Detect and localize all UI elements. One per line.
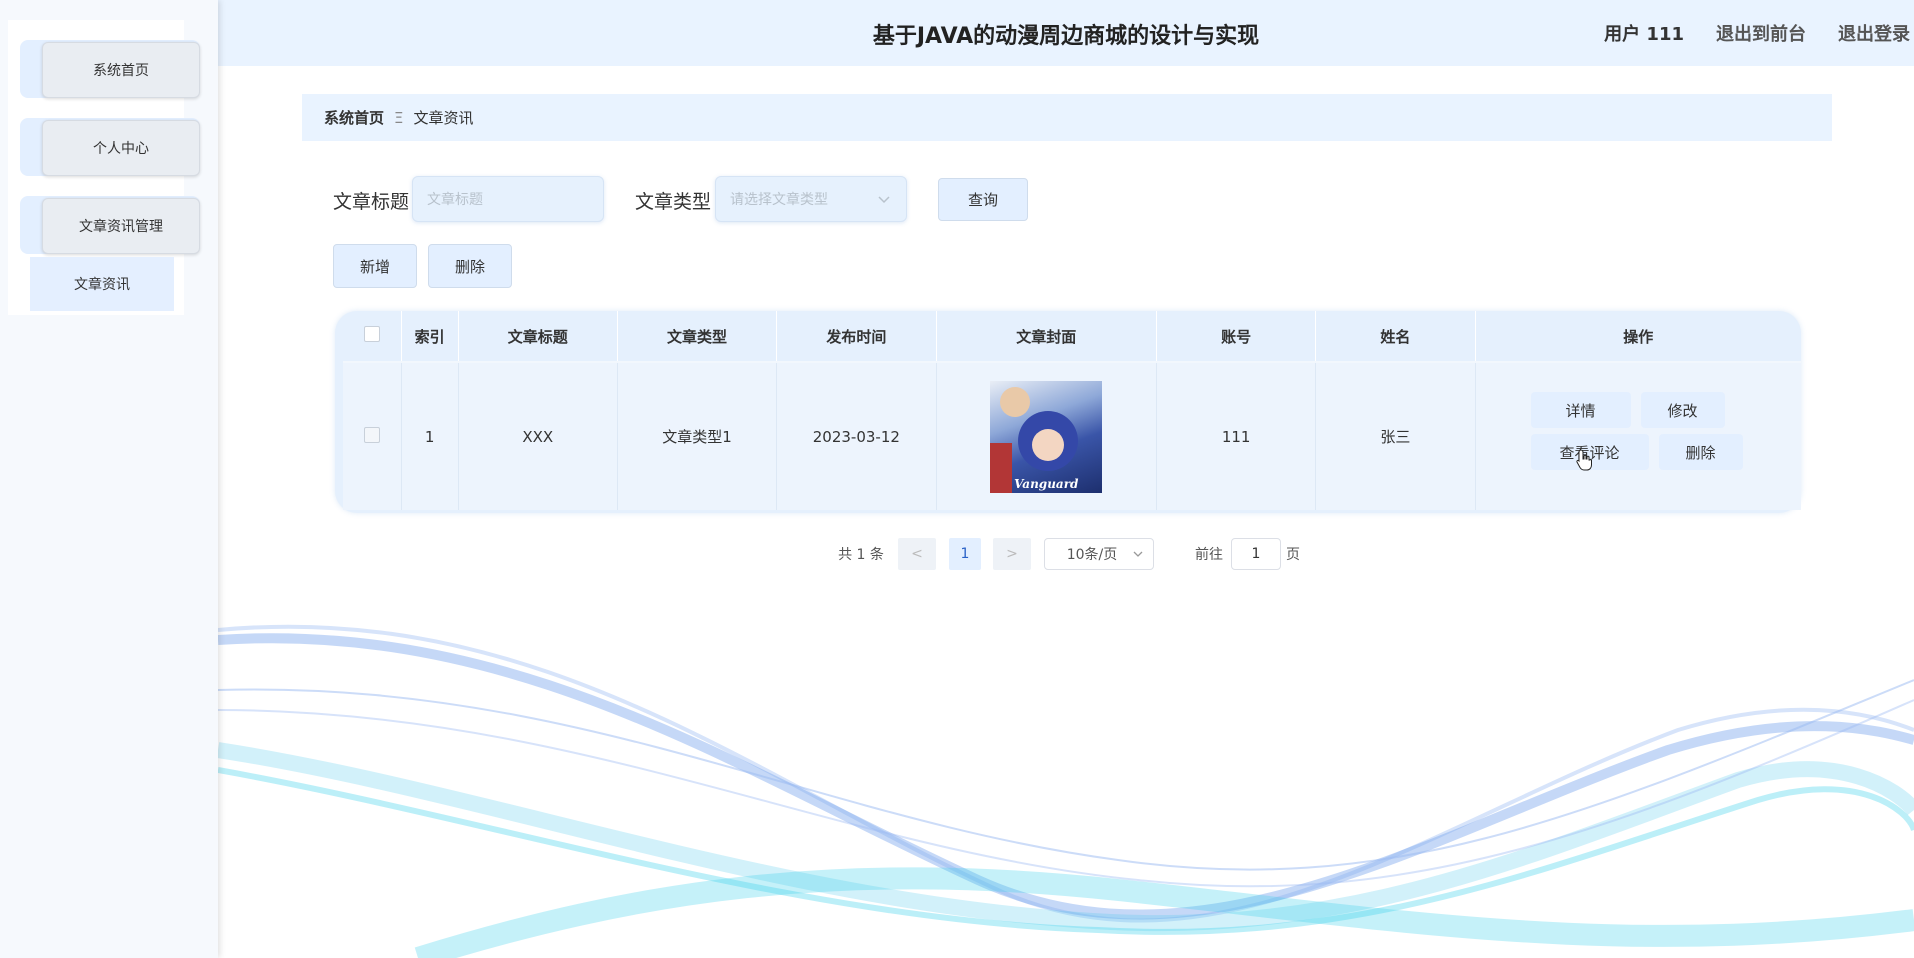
title-search-label: 文章标题: [333, 191, 410, 213]
table-row: 1 XXX 文章类型1 2023-03-12 Vanguard 111 张三 详…: [343, 361, 1801, 510]
page-number-button[interactable]: 1: [949, 538, 981, 570]
delete-row-button[interactable]: 删除: [1658, 434, 1743, 470]
column-header: 发布时间: [776, 311, 937, 362]
cell-index: 1: [401, 361, 459, 510]
type-select[interactable]: 请选择文章类型: [715, 176, 907, 222]
cell-cover: Vanguard: [936, 361, 1157, 510]
hand-cursor-icon: [1575, 449, 1592, 471]
column-header: 姓名: [1315, 311, 1476, 362]
goto-label: 前往: [1195, 547, 1223, 563]
background-waves: [218, 624, 1914, 958]
sidebar-item-profile[interactable]: 个人中心: [20, 118, 200, 176]
cell-name: 张三: [1315, 361, 1476, 510]
title-search-placeholder: 文章标题: [427, 192, 483, 208]
query-button[interactable]: 查询: [938, 178, 1028, 221]
type-select-placeholder: 请选择文章类型: [730, 192, 828, 208]
sidebar-item-label: 文章资讯管理: [42, 198, 200, 254]
row-select-cell: [343, 361, 402, 510]
sidebar-item-label: 个人中心: [42, 120, 200, 176]
detail-button[interactable]: 详情: [1530, 392, 1631, 428]
exit-to-front-link[interactable]: 退出到前台: [1716, 20, 1806, 46]
cover-image[interactable]: Vanguard: [990, 380, 1103, 493]
edit-button[interactable]: 修改: [1640, 392, 1725, 428]
pagination: 共 1 条 < 1 > 10条/页 前往 1 页: [0, 538, 1914, 570]
select-all-checkbox[interactable]: [363, 326, 380, 342]
current-user: 用户 111: [1604, 24, 1684, 45]
delete-selected-button[interactable]: 删除: [428, 244, 512, 288]
sidebar: 系统首页 个人中心 文章资讯管理 文章资讯: [0, 0, 218, 958]
breadcrumb-current: 文章资讯: [413, 109, 474, 127]
top-header: 基于JAVA的动漫周边商城的设计与实现 用户 111 退出到前台 退出登录: [218, 0, 1914, 66]
next-page-button[interactable]: >: [993, 538, 1031, 570]
column-header: 操作: [1623, 327, 1654, 346]
cell-actions: 详情 修改 查看评论 删除: [1475, 361, 1801, 510]
sidebar-item-label: 系统首页: [42, 42, 200, 98]
sidebar-subitem-articles[interactable]: 文章资讯: [30, 257, 174, 311]
sidebar-item-article-management[interactable]: 文章资讯管理: [20, 196, 200, 254]
logout-link[interactable]: 退出登录: [1838, 20, 1910, 46]
table-header-row: 索引 文章标题 文章类型 发布时间 文章封面 账号 姓名 操作: [343, 311, 1801, 362]
chevron-down-icon: [878, 196, 890, 204]
column-header: 文章标题: [458, 311, 618, 362]
column-header: 账号: [1156, 311, 1317, 362]
breadcrumb: 系统首页 Ξ 文章资讯: [302, 94, 1832, 141]
header-links: 用户 111 退出到前台 退出登录: [1572, 20, 1914, 46]
article-table: 索引 文章标题 文章类型 发布时间 文章封面 账号 姓名 操作 1 XXX 文章…: [343, 311, 1801, 510]
pagination-total: 共 1 条: [838, 547, 884, 563]
cover-logo-text: Vanguard: [1014, 476, 1079, 491]
cell-type: 文章类型1: [617, 361, 778, 510]
goto-page-input[interactable]: 1: [1231, 538, 1281, 570]
add-button[interactable]: 新增: [333, 244, 417, 288]
breadcrumb-separator: Ξ: [394, 108, 404, 127]
column-header: 文章类型: [617, 311, 778, 362]
prev-page-button[interactable]: <: [898, 538, 936, 570]
row-checkbox[interactable]: [363, 426, 380, 443]
article-table-card: 索引 文章标题 文章类型 发布时间 文章封面 账号 姓名 操作 1 XXX 文章…: [335, 311, 1801, 513]
sidebar-item-home[interactable]: 系统首页: [20, 40, 200, 98]
cell-account: 111: [1156, 361, 1317, 510]
type-search-label: 文章类型: [635, 191, 712, 213]
page-size-select[interactable]: 10条/页: [1044, 538, 1154, 570]
cell-title: XXX: [458, 361, 618, 510]
title-search-input[interactable]: 文章标题: [412, 176, 604, 222]
column-header: 文章封面: [936, 311, 1157, 362]
select-all-cell: [343, 311, 402, 362]
breadcrumb-home[interactable]: 系统首页: [324, 107, 384, 128]
chevron-down-icon: [1133, 551, 1143, 557]
page-size-value: 10条/页: [1066, 547, 1118, 563]
page-unit-label: 页: [1286, 547, 1300, 563]
column-header: 索引: [401, 311, 459, 362]
cell-publish-time: 2023-03-12: [776, 361, 937, 510]
